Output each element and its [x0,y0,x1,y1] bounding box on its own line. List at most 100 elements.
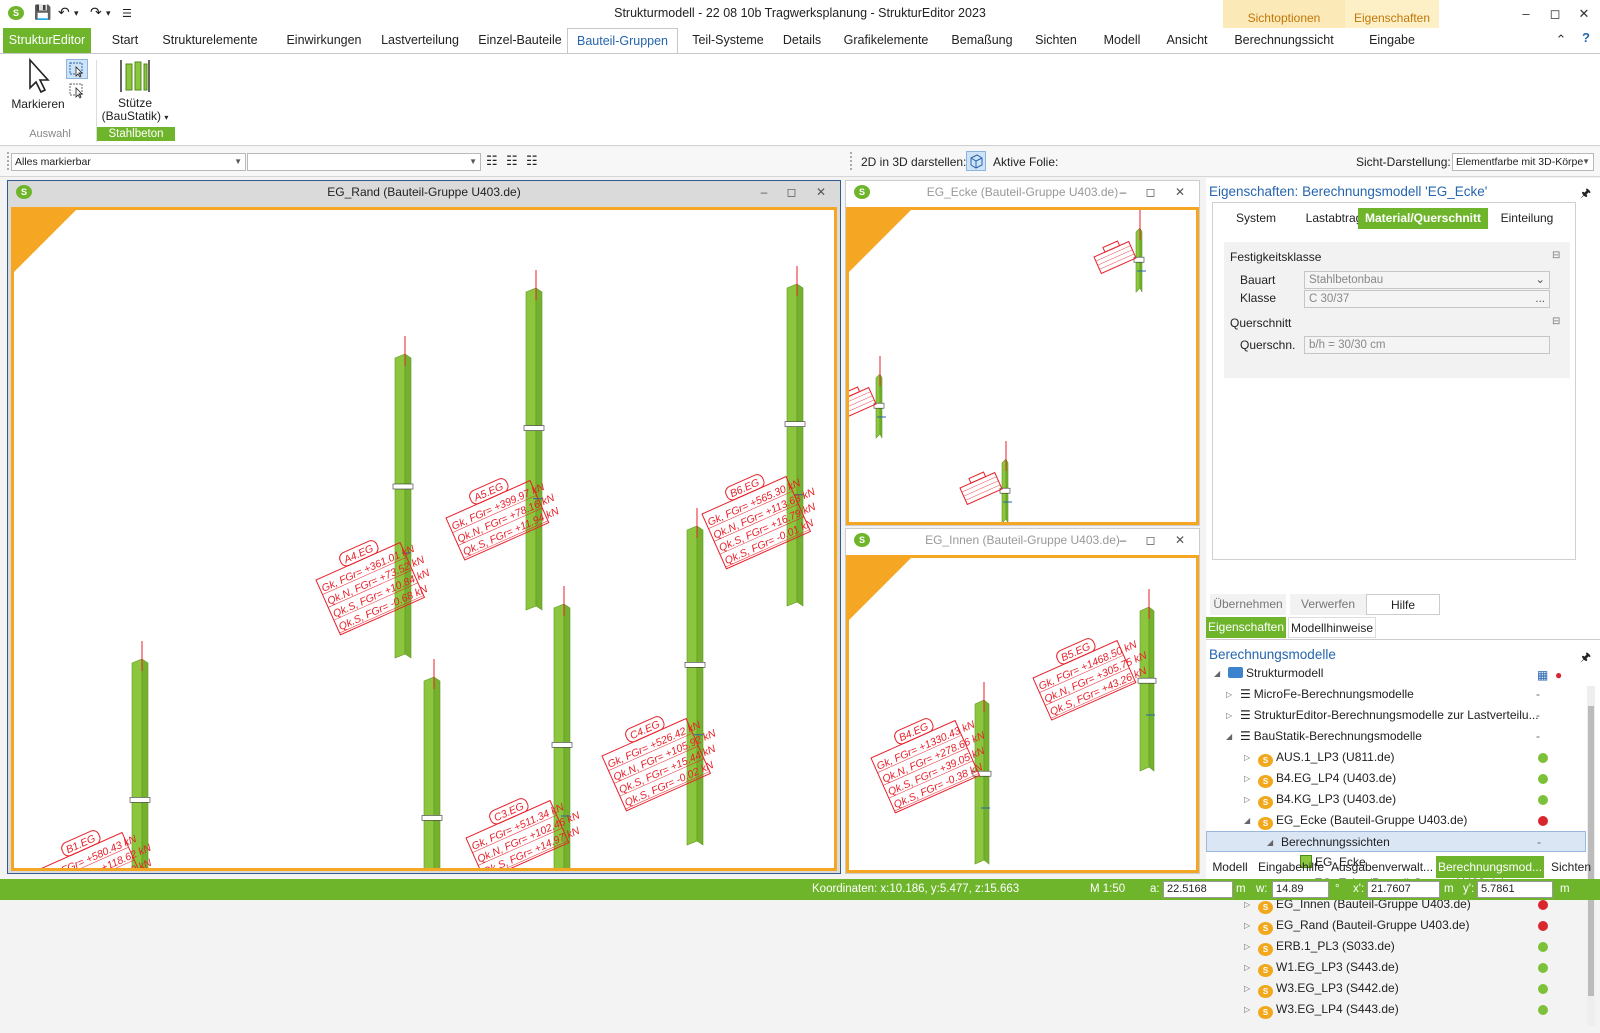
querschnitt-field[interactable]: b/h = 30/30 cm [1304,336,1550,354]
collapse-icon[interactable]: ⊟ [1552,250,1560,261]
view-window-buttons[interactable]: – ◻ ✕ [1120,529,1193,551]
klasse-field[interactable]: C 30/37... [1304,290,1550,308]
filter-select[interactable]: Alles markierbar ▼ [11,153,246,171]
discard-button[interactable]: Verwerfen [1290,594,1366,615]
load-label-ecke[interactable] [849,383,877,421]
column-ecke-0[interactable] [1133,210,1146,293]
tab-einwirkungen[interactable]: Einwirkungen [274,28,374,53]
bottom-tab-modell[interactable]: Modell [1208,856,1252,878]
tab-bemassung[interactable]: Bemaßung [946,28,1018,53]
tree-row[interactable]: ▷ S AUS.1_LP3 (U811.de) [1206,747,1586,768]
tree-row[interactable]: ▷ S EG_Rand (Bauteil-Gruppe U403.de) [1206,915,1586,936]
tree-row[interactable]: ▷ S B4.KG_LP3 (U403.de) [1206,789,1586,810]
tree-row[interactable]: ◢ S EG_Ecke (Bauteil-Gruppe U403.de) [1206,810,1586,831]
maximize-icon[interactable]: ◻ [1545,6,1565,22]
column-C4.EG[interactable] [684,508,706,846]
bottom-tab-ausgabenverwaltung[interactable]: Ausgabenverwalt... [1330,856,1434,878]
tab-teil-systeme[interactable]: Teil-Systeme [688,28,768,53]
column-stuetze-icon[interactable] [118,58,152,94]
minimize-icon[interactable]: – [1516,6,1536,21]
layer-select[interactable]: ▼ [247,153,481,171]
load-label-A4.EG[interactable]: A4.EGGk, FGr= +361.01 kNQk.N, FGr= +73.5… [310,524,438,636]
binoculars-plus-icon[interactable]: ☷ [506,153,518,169]
tab-bauteil-gruppen[interactable]: Bauteil-Gruppen [567,28,678,54]
cube-3d-icon[interactable] [966,151,986,171]
bauart-select[interactable]: Stahlbetonbau ⌄ [1304,271,1550,289]
view-display-select[interactable]: Elementfarbe mit 3D-Körpe ▼ [1452,153,1594,171]
tab-ansicht[interactable]: Ansicht [1162,28,1212,53]
tab-strukturelemente[interactable]: Strukturelemente [158,28,262,53]
tab-details[interactable]: Details [776,28,828,53]
tree-row[interactable]: ◢ Strukturmodell [1206,663,1586,684]
tab-file[interactable]: StrukturEditor [3,28,91,53]
expander-icon[interactable]: ▷ [1226,684,1232,705]
expander-icon[interactable]: ◢ [1226,726,1232,747]
load-label-A5.EG[interactable]: A5.EGGk, FGr= +399.97 kNQk.N, FGr= +78.1… [440,462,563,561]
a-field[interactable]: 22.5168 [1163,881,1233,898]
expander-icon[interactable]: ◢ [1244,810,1250,831]
view-eg-innen[interactable]: S EG_Innen (Bauteil-Gruppe U403.de) – ◻ … [845,528,1200,874]
load-label-ecke[interactable] [1092,237,1137,275]
apply-button[interactable]: Übernehmen [1210,594,1286,615]
tab-grafikelemente[interactable]: Grafikelemente [840,28,932,53]
tree-row[interactable]: ▷ S W3.EG_LP4 (S443.de) [1206,999,1586,1020]
view-window-buttons[interactable]: – ◻ ✕ [1120,181,1193,203]
column-ecke-1[interactable] [873,356,886,439]
tree-row[interactable]: ▷ S W1.EG_LP3 (S443.de) [1206,957,1586,978]
column-B6.EG[interactable] [784,266,806,607]
column-ecke-2[interactable] [999,441,1012,522]
expander-icon[interactable]: ▷ [1244,957,1250,978]
props-tab-einteilung[interactable]: Einteilung [1492,208,1562,229]
canvas-eg-ecke[interactable] [846,207,1199,525]
x-field[interactable]: 21.7607 [1367,881,1440,898]
select-box-icon[interactable] [66,59,88,79]
tree-row[interactable]: ◢ ☰ BauStatik-Berechnungsmodelle - [1206,726,1586,747]
tab-modell[interactable]: Modell [1096,28,1148,53]
expander-icon[interactable]: ▷ [1244,768,1250,789]
tree-row[interactable]: ▷ S B4.EG_LP4 (U403.de) [1206,768,1586,789]
collapse-ribbon-icon[interactable]: ⌃ [1551,32,1571,48]
canvas-eg-innen[interactable]: B4.EG Gk, FGr= +1330.43 kN Qk.N, FGr= +278… [846,555,1199,873]
load-label-B6.EG[interactable]: B6.EGGk, FGr= +565.30 kNQk.N, FGr= +113.… [696,455,829,570]
expander-icon[interactable]: ▷ [1244,789,1250,810]
expander-icon[interactable]: ▷ [1244,936,1250,957]
expander-icon[interactable]: ▷ [1244,747,1250,768]
tree-row[interactable]: ◢ Berechnungssichten - [1206,831,1586,852]
expander-icon[interactable]: ◢ [1267,832,1273,853]
load-label-ecke[interactable] [958,468,1003,506]
y-field[interactable]: 5.7861 [1477,881,1553,898]
bottom-tab-sichten[interactable]: Sichten [1546,856,1596,878]
select-cross-icon[interactable] [68,82,88,100]
collapse-icon[interactable]: ⊟ [1552,316,1560,327]
tab-eingabe[interactable]: Eingabe [1345,28,1439,53]
select-arrow-icon[interactable] [24,57,54,94]
column-B5.EG[interactable] [1137,589,1157,772]
expander-icon[interactable]: ▷ [1244,978,1250,999]
binoculars-minus-icon[interactable]: ☷ [526,153,538,169]
tree-row[interactable]: ▷ S ERB.1_PL3 (S033.de) [1206,936,1586,957]
bottom-tab-eingabehilfe[interactable]: Eingabehilfe [1256,856,1326,878]
props-tab-system[interactable]: System [1226,208,1286,229]
tab-berechnungssicht[interactable]: Berechnungssicht [1223,28,1345,53]
props-tab-material[interactable]: Material/Querschnitt [1358,208,1488,229]
tab-start[interactable]: Start [104,28,146,53]
expander-icon[interactable]: ▷ [1244,999,1250,1020]
column-A5.EG[interactable] [523,270,545,611]
help-button[interactable]: Hilfe [1366,594,1440,615]
w-field[interactable]: 14.89 [1272,881,1329,898]
bottom-tab-berechnungsmodelle[interactable]: Berechnungsmod... [1436,856,1544,878]
panel-tab-eigenschaften[interactable]: Eigenschaften [1206,617,1286,638]
canvas-eg-rand[interactable]: A4.EG Gk, FGr= +361.01 kN Qk.N, FGr= +73.5… [11,207,837,871]
panel-tab-modellhinweise[interactable]: Modellhinweise [1288,617,1376,638]
view-window-buttons[interactable]: – ◻ ✕ [761,181,834,203]
stuetze-button[interactable]: Stütze (BauStatik) ▾ [100,97,170,124]
markieren-button[interactable]: Markieren [8,97,68,111]
tree-row[interactable]: ▷ ☰ StrukturEditor-Berechnungsmodelle zur … [1206,705,1586,726]
tab-lastverteilung[interactable]: Lastverteilung [372,28,468,53]
more-icon[interactable]: ... [1535,291,1545,307]
column-C2.EG[interactable] [421,659,443,868]
expander-icon[interactable]: ◢ [1214,663,1220,684]
view-eg-rand[interactable]: S EG_Rand (Bauteil-Gruppe U403.de) – ◻ ✕… [7,180,841,874]
view-eg-ecke[interactable]: S EG_Ecke (Bauteil-Gruppe U403.de) – ◻ ✕ [845,180,1200,526]
expander-icon[interactable]: ▷ [1244,915,1250,936]
